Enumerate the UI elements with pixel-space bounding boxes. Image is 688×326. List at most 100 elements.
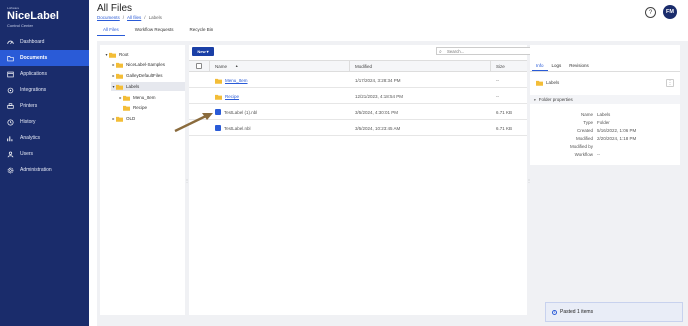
integrations-icon xyxy=(7,87,14,94)
selected-item: Labels xyxy=(536,80,559,86)
tab-logs[interactable]: Logs xyxy=(548,62,566,71)
tab-workflow-requests[interactable]: Workflow Requests xyxy=(129,25,180,36)
tree-item-labels[interactable]: ▾ Labels xyxy=(111,82,185,91)
column-header-name[interactable]: Name ▲ xyxy=(215,61,238,71)
file-name[interactable]: TestLabel (1).nbl xyxy=(224,110,257,115)
folder-icon xyxy=(116,73,123,79)
sidebar-item-label: Administration xyxy=(20,167,52,173)
prop-created: Created 5/16/2022, 1:06 PM xyxy=(576,128,637,133)
details-panel: Info Logs Revisions Labels ⋮ ▾ Folder pr… xyxy=(530,45,680,165)
gear-icon xyxy=(7,167,14,174)
divider xyxy=(530,71,680,72)
sidebar-item-analytics[interactable]: Analytics xyxy=(0,130,89,146)
file-modified: 12/21/2023, 4:18:54 PM xyxy=(355,93,404,99)
tree-item-label: Labels xyxy=(126,84,140,89)
prop-modified-by: Modified by xyxy=(569,144,593,149)
sidebar-item-label: Integrations xyxy=(20,87,47,93)
tree-item-label: OLD xyxy=(126,116,136,121)
folder-icon xyxy=(536,80,543,86)
tree-item-label: GalleyDefaultFiles xyxy=(126,73,163,78)
prop-modified: Modified 2/20/2024, 1:18 PM xyxy=(575,136,637,141)
prop-type: Type Folder xyxy=(583,120,610,125)
folder-icon xyxy=(123,105,130,111)
column-divider xyxy=(209,61,210,71)
sidebar-item-integrations[interactable]: Integrations xyxy=(0,82,89,98)
sidebar-item-label: Analytics xyxy=(20,135,41,141)
search-icon: ⌕ xyxy=(439,48,442,55)
toast-notification: i Pasted 1 items xyxy=(545,302,683,322)
breadcrumb-separator: / xyxy=(144,15,146,20)
folder-icon xyxy=(116,84,123,90)
table-row[interactable]: TestLabel (1).nbl 3/5/2024, 4:30:01 PM 6… xyxy=(189,105,527,120)
tree-item-label: Menu_Item xyxy=(133,95,156,100)
folder-properties-header[interactable]: ▾ Folder properties xyxy=(530,95,680,104)
sidebar-item-administration[interactable]: Administration xyxy=(0,162,89,178)
page-title: All Files xyxy=(97,3,133,14)
select-all-checkbox[interactable] xyxy=(196,63,202,69)
panel-splitter[interactable]: ⋮ xyxy=(527,178,531,183)
sidebar-item-history[interactable]: History xyxy=(0,114,89,130)
breadcrumb-current: Labels xyxy=(148,15,162,20)
brand-logo: Loftware NiceLabel Control Center xyxy=(7,6,59,28)
tree-item-menu-item[interactable]: ▸ Menu_Item xyxy=(118,93,156,102)
sidebar-item-dashboard[interactable]: Dashboard xyxy=(0,34,89,50)
tree-item-galleydefaultfiles[interactable]: ▸ GalleyDefaultFiles xyxy=(111,71,163,80)
tab-info[interactable]: Info xyxy=(532,62,548,71)
tree-item-recipe[interactable]: Recipe xyxy=(118,103,147,112)
sidebar-item-label: Documents xyxy=(20,55,48,61)
info-icon: i xyxy=(552,309,557,315)
column-divider xyxy=(490,61,491,71)
folder-icon xyxy=(116,116,123,122)
tree-item-label: Root xyxy=(119,52,129,57)
more-options-button[interactable]: ⋮ xyxy=(666,79,674,87)
sidebar-item-label: Dashboard xyxy=(20,39,45,45)
table-row[interactable]: Recipe 12/21/2023, 4:18:54 PM -- xyxy=(189,89,527,104)
breadcrumb: Documents / All files / Labels xyxy=(97,15,162,20)
file-modified: 3/5/2024, 4:30:01 PM xyxy=(355,109,399,115)
help-button[interactable]: ? xyxy=(645,7,656,18)
sidebar-nav: Dashboard Documents Applications Integra… xyxy=(0,34,89,178)
tab-recycle-bin[interactable]: Recycle Bin xyxy=(183,25,219,36)
folder-icon xyxy=(116,62,123,68)
toast-message: Pasted 1 items xyxy=(560,309,594,315)
main-tabs: All Files Workflow Requests Recycle Bin xyxy=(97,25,223,36)
tab-revisions[interactable]: Revisions xyxy=(565,62,593,71)
column-header-modified[interactable]: Modified xyxy=(355,61,372,71)
breadcrumb-all-files[interactable]: All files xyxy=(127,15,141,20)
tree-item-nicelabel-samples[interactable]: ▸ NiceLabel-Samples xyxy=(111,60,165,69)
section-title: Folder properties xyxy=(538,97,573,102)
file-name-link[interactable]: Menu_Item xyxy=(225,78,248,83)
dashboard-icon xyxy=(7,39,14,46)
sort-asc-icon: ▲ xyxy=(235,64,239,68)
sidebar-item-printers[interactable]: Printers xyxy=(0,98,89,114)
brand-name: NiceLabel xyxy=(7,10,59,22)
file-modified: 3/5/2024, 10:23:45 AM xyxy=(355,125,401,131)
tab-all-files[interactable]: All Files xyxy=(97,25,125,36)
file-name[interactable]: TestLabel.nbl xyxy=(224,126,251,131)
file-size: 6.71 KB xyxy=(496,109,513,115)
tree-item-label: NiceLabel-Samples xyxy=(126,62,166,67)
file-name-link[interactable]: Recipe xyxy=(225,94,239,99)
panel-splitter[interactable]: ⋮ xyxy=(185,178,189,186)
sidebar-item-label: Applications xyxy=(20,71,47,77)
breadcrumb-documents[interactable]: Documents xyxy=(97,15,120,20)
tree-item-old[interactable]: ▸ OLD xyxy=(111,114,135,123)
table-row[interactable]: TestLabel.nbl 3/5/2024, 10:23:45 AM 6.71… xyxy=(189,121,527,136)
history-icon xyxy=(7,118,14,126)
sidebar: Loftware NiceLabel Control Center Dashbo… xyxy=(0,0,89,326)
column-header-size[interactable]: Size xyxy=(496,61,505,71)
sidebar-item-users[interactable]: Users xyxy=(0,146,89,162)
tree-item-label: Recipe xyxy=(133,105,148,110)
table-row[interactable]: Menu_Item 1/17/2024, 3:28:34 PM -- xyxy=(189,73,527,88)
chevron-down-icon: ▾ xyxy=(534,97,536,102)
folder-icon xyxy=(123,95,130,101)
file-size: -- xyxy=(496,93,499,99)
applications-icon xyxy=(7,71,14,78)
avatar[interactable]: FM xyxy=(663,5,677,19)
tree-item-root[interactable]: ▾ Root xyxy=(104,50,129,59)
sidebar-item-documents[interactable]: Documents xyxy=(0,50,89,66)
sidebar-item-applications[interactable]: Applications xyxy=(0,66,89,82)
column-divider xyxy=(349,61,350,71)
new-button[interactable]: New ▾ xyxy=(192,47,214,56)
sidebar-item-label: History xyxy=(20,119,36,125)
